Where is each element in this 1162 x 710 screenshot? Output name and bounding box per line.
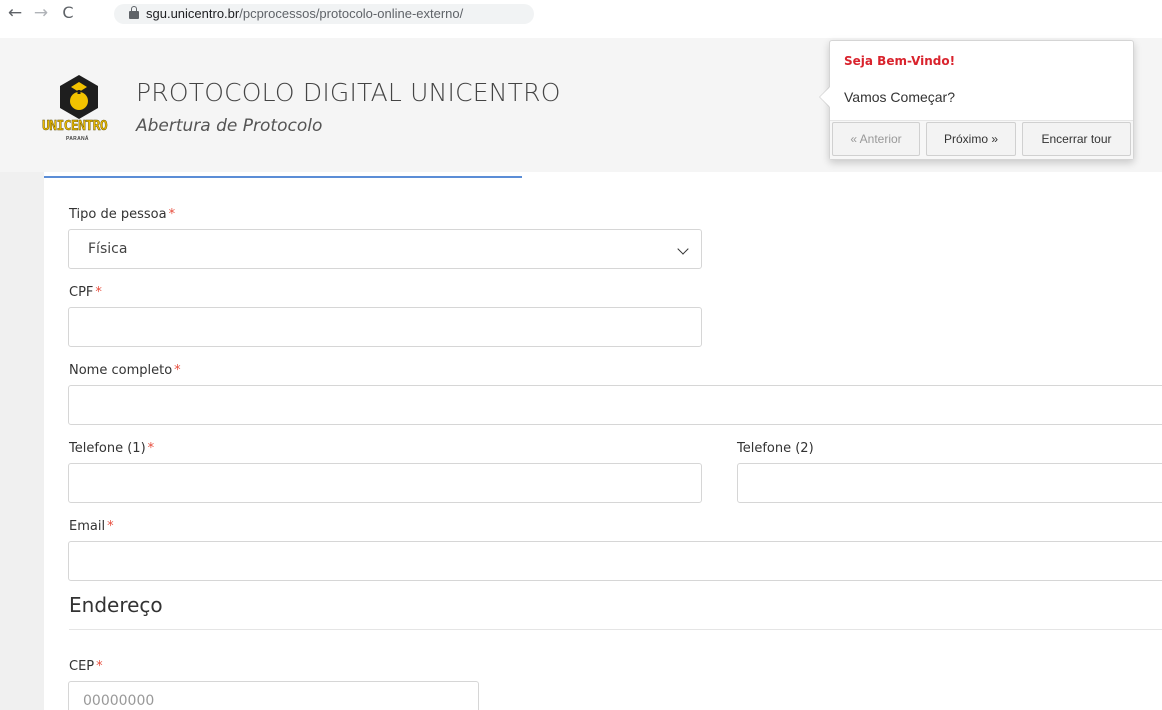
required-marker: *: [95, 285, 102, 300]
required-marker: *: [147, 441, 155, 456]
popover-arrow-fill: [820, 87, 830, 107]
cpf-label: CPF *: [69, 285, 102, 300]
tipo-pessoa-label-text: Tipo de pessoa: [69, 207, 167, 222]
url-text[interactable]: sgu.unicentro.br/pcprocessos/protocolo-o…: [146, 6, 463, 22]
cep-placeholder: 00000000: [83, 693, 155, 709]
tipo-pessoa-label: Tipo de pessoa *: [69, 207, 175, 222]
nome-label-text: Nome completo: [69, 363, 173, 378]
required-marker: *: [168, 207, 176, 222]
cep-label-text: CEP: [69, 659, 95, 674]
forward-arrow-icon[interactable]: →: [30, 2, 52, 24]
tipo-pessoa-select[interactable]: Física: [68, 229, 702, 269]
browser-toolbar: ← → C sgu.unicentro.br/pcprocessos/proto…: [0, 0, 1162, 28]
logo-subline: PARANÁ: [66, 136, 89, 142]
reload-icon[interactable]: C: [57, 2, 79, 24]
email-input[interactable]: [68, 541, 1162, 581]
telefone1-label: Telefone (1) *: [69, 441, 154, 456]
logo-wordmark: UNICENTRO: [42, 119, 108, 134]
unicentro-logo: UNICENTRO PARANÁ: [40, 74, 120, 150]
tour-popover: Seja Bem-Vindo! Vamos Começar? « Anterio…: [829, 40, 1134, 160]
telefone2-label: Telefone (2): [737, 441, 814, 456]
section-divider: [69, 629, 1162, 630]
required-marker: *: [107, 519, 114, 534]
tipo-pessoa-value: Física: [88, 241, 128, 257]
required-marker: *: [174, 363, 181, 378]
back-arrow-icon[interactable]: ←: [4, 2, 26, 24]
nome-label: Nome completo *: [69, 363, 181, 378]
required-marker: *: [96, 659, 103, 674]
url-path: /pcprocessos/protocolo-online-externo/: [239, 6, 464, 21]
tour-end-button[interactable]: Encerrar tour: [1022, 122, 1131, 156]
email-label-text: Email: [69, 519, 106, 534]
telefone1-input[interactable]: [68, 463, 702, 503]
nome-completo-input[interactable]: [68, 385, 1162, 425]
tour-next-button[interactable]: Próximo »: [926, 122, 1016, 156]
page-subtitle: Abertura de Protocolo: [136, 116, 323, 136]
page-title: PROTOCOLO DIGITAL UNICENTRO: [136, 78, 561, 107]
tour-title: Seja Bem-Vindo!: [844, 54, 956, 68]
cpf-input[interactable]: [68, 307, 702, 347]
cpf-label-text: CPF: [69, 285, 94, 300]
endereco-section-title: Endereço: [69, 593, 163, 617]
telefone1-label-text: Telefone (1): [69, 441, 146, 456]
logo-emblem-icon: [60, 75, 98, 119]
active-tab-indicator: [44, 176, 522, 178]
url-host: sgu.unicentro.br: [146, 6, 240, 21]
telefone2-input[interactable]: [737, 463, 1162, 503]
left-gutter: [0, 172, 44, 710]
tour-content: Vamos Começar?: [844, 89, 956, 105]
cep-input[interactable]: 00000000: [68, 681, 479, 710]
cep-label: CEP *: [69, 659, 103, 674]
tour-prev-button[interactable]: « Anterior: [832, 122, 920, 156]
email-label: Email *: [69, 519, 114, 534]
lock-icon[interactable]: [129, 6, 139, 20]
chevron-down-icon: [677, 243, 689, 255]
